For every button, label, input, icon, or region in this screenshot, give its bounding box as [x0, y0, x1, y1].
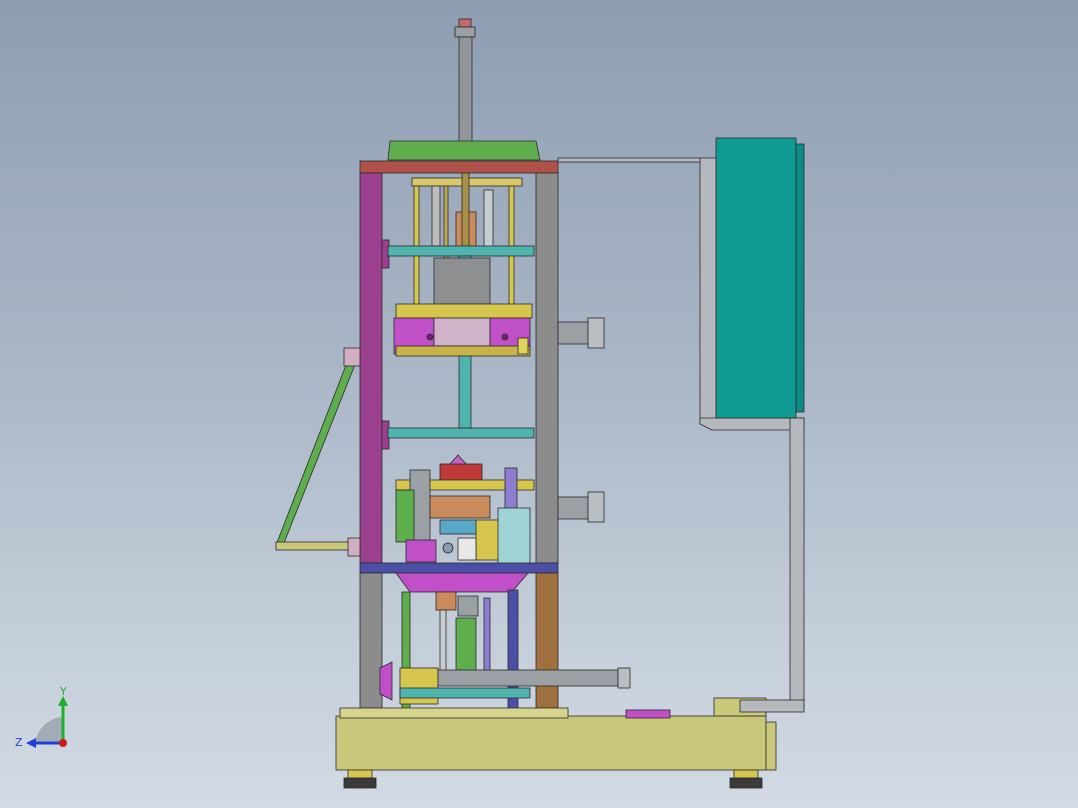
machine-assembly[interactable] — [275, 18, 805, 789]
machine-base — [335, 715, 767, 771]
base-right-cap — [765, 721, 777, 771]
left-magenta-wedge — [379, 661, 393, 701]
electrical-cabinet[interactable] — [715, 137, 805, 419]
left-purple-column — [359, 172, 383, 564]
side-cylinder-middle — [557, 491, 605, 523]
cad-viewport[interactable] — [0, 0, 1078, 808]
top-cross-beam — [359, 160, 559, 174]
z-axis-arrow — [26, 738, 36, 748]
teal-cross-bar — [387, 427, 535, 439]
right-gray-column — [535, 172, 559, 564]
lower-mechanism — [395, 454, 535, 565]
side-cylinder-upper — [557, 317, 605, 349]
top-cylinder — [453, 18, 477, 160]
x-axis-dot — [59, 739, 67, 747]
lower-left-column — [359, 572, 383, 709]
leveling-foot-right — [729, 769, 763, 789]
navy-cross-beam — [359, 562, 559, 574]
teal-cross-bar — [387, 245, 535, 257]
base-top-plate — [339, 707, 569, 719]
top-green-plate — [387, 140, 541, 161]
lower-right-column — [535, 572, 559, 709]
view-triad: Y Z — [15, 685, 68, 749]
magenta-hopper — [395, 572, 529, 593]
y-axis-label: Y — [59, 685, 67, 698]
base-small-part — [625, 709, 671, 719]
triad-arc — [35, 717, 62, 744]
left-diagonal-arm — [275, 347, 361, 557]
leveling-foot-left — [343, 769, 377, 789]
z-axis-label: Z — [15, 736, 23, 749]
